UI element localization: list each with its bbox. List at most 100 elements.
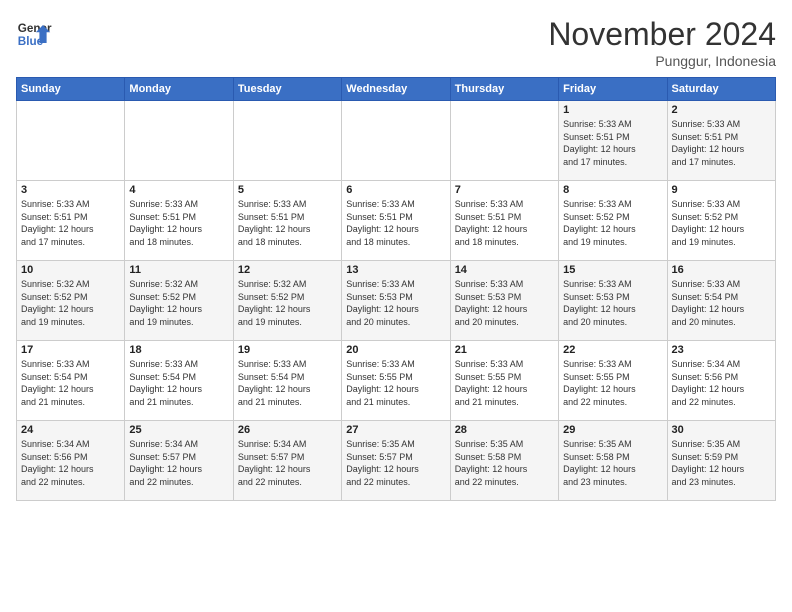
day-number: 16: [672, 264, 771, 276]
day-info: Sunrise: 5:33 AM Sunset: 5:54 PM Dayligh…: [21, 358, 120, 408]
day-cell: [450, 101, 558, 181]
day-number: 17: [21, 344, 120, 356]
day-number: 14: [455, 264, 554, 276]
day-number: 12: [238, 264, 337, 276]
day-info: Sunrise: 5:33 AM Sunset: 5:52 PM Dayligh…: [563, 198, 662, 248]
day-info: Sunrise: 5:33 AM Sunset: 5:55 PM Dayligh…: [455, 358, 554, 408]
day-cell: 6Sunrise: 5:33 AM Sunset: 5:51 PM Daylig…: [342, 181, 450, 261]
day-cell: 11 Sunrise: 5:32 AM Sunset: 5:52 PM Dayli…: [125, 261, 233, 341]
calendar-table: SundayMondayTuesdayWednesdayThursdayFrid…: [16, 77, 776, 501]
day-info: Sunrise: 5:32 AM Sunset: 5:52 PM Dayligh…: [129, 278, 228, 328]
day-info: Sunrise: 5:33 AM Sunset: 5:51 PM Dayligh…: [21, 198, 120, 248]
day-cell: 1 Sunrise: 5:33 AM Sunset: 5:51 PM Daylig…: [559, 101, 667, 181]
day-header-tuesday: Tuesday: [233, 78, 341, 101]
day-cell: 8 Sunrise: 5:33 AM Sunset: 5:52 PM Daylig…: [559, 181, 667, 261]
week-row-1: 1 Sunrise: 5:33 AM Sunset: 5:51 PM Daylig…: [17, 101, 776, 181]
day-number: 2: [672, 104, 771, 116]
day-number: 8: [563, 184, 662, 196]
month-title: November 2024: [548, 16, 776, 53]
day-number: 1: [563, 104, 662, 116]
day-info: Sunrise: 5:32 AM Sunset: 5:52 PM Dayligh…: [238, 278, 337, 328]
day-number: 7: [455, 184, 554, 196]
svg-text:General: General: [18, 22, 52, 35]
day-cell: 2 Sunrise: 5:33 AM Sunset: 5:51 PM Daylig…: [667, 101, 775, 181]
day-number: 11: [129, 264, 228, 276]
day-cell: 17 Sunrise: 5:33 AM Sunset: 5:54 PM Dayli…: [17, 341, 125, 421]
day-cell: 29Sunrise: 5:35 AM Sunset: 5:58 PM Dayli…: [559, 421, 667, 501]
day-info: Sunrise: 5:33 AM Sunset: 5:51 PM Dayligh…: [346, 198, 445, 248]
day-number: 10: [21, 264, 120, 276]
day-info: Sunrise: 5:33 AM Sunset: 5:55 PM Dayligh…: [346, 358, 445, 408]
day-number: 27: [346, 424, 445, 436]
days-header-row: SundayMondayTuesdayWednesdayThursdayFrid…: [17, 78, 776, 101]
day-cell: 26Sunrise: 5:34 AM Sunset: 5:57 PM Dayli…: [233, 421, 341, 501]
day-cell: 3 Sunrise: 5:33 AM Sunset: 5:51 PM Daylig…: [17, 181, 125, 261]
day-header-friday: Friday: [559, 78, 667, 101]
day-cell: 4 Sunrise: 5:33 AM Sunset: 5:51 PM Daylig…: [125, 181, 233, 261]
week-row-5: 24 Sunrise: 5:34 AM Sunset: 5:56 PM Dayli…: [17, 421, 776, 501]
day-number: 28: [455, 424, 554, 436]
day-number: 4: [129, 184, 228, 196]
day-cell: 5Sunrise: 5:33 AM Sunset: 5:51 PM Daylig…: [233, 181, 341, 261]
day-info: Sunrise: 5:34 AM Sunset: 5:56 PM Dayligh…: [21, 438, 120, 488]
day-cell: 27Sunrise: 5:35 AM Sunset: 5:57 PM Dayli…: [342, 421, 450, 501]
day-info: Sunrise: 5:32 AM Sunset: 5:52 PM Dayligh…: [21, 278, 120, 328]
day-info: Sunrise: 5:33 AM Sunset: 5:51 PM Dayligh…: [455, 198, 554, 248]
day-cell: 7 Sunrise: 5:33 AM Sunset: 5:51 PM Daylig…: [450, 181, 558, 261]
day-number: 23: [672, 344, 771, 356]
day-cell: 23 Sunrise: 5:34 AM Sunset: 5:56 PM Dayli…: [667, 341, 775, 421]
day-cell: 19 Sunrise: 5:33 AM Sunset: 5:54 PM Dayli…: [233, 341, 341, 421]
week-row-3: 10 Sunrise: 5:32 AM Sunset: 5:52 PM Dayli…: [17, 261, 776, 341]
day-cell: 22 Sunrise: 5:33 AM Sunset: 5:55 PM Dayli…: [559, 341, 667, 421]
day-header-monday: Monday: [125, 78, 233, 101]
day-number: 13: [346, 264, 445, 276]
day-info: Sunrise: 5:33 AM Sunset: 5:54 PM Dayligh…: [672, 278, 771, 328]
day-number: 15: [563, 264, 662, 276]
day-cell: 30Sunrise: 5:35 AM Sunset: 5:59 PM Dayli…: [667, 421, 775, 501]
day-cell: 10 Sunrise: 5:32 AM Sunset: 5:52 PM Dayli…: [17, 261, 125, 341]
day-info: Sunrise: 5:33 AM Sunset: 5:53 PM Dayligh…: [346, 278, 445, 328]
day-info: Sunrise: 5:35 AM Sunset: 5:58 PM Dayligh…: [455, 438, 554, 488]
day-number: 19: [238, 344, 337, 356]
day-cell: 28 Sunrise: 5:35 AM Sunset: 5:58 PM Dayli…: [450, 421, 558, 501]
day-number: 22: [563, 344, 662, 356]
day-header-thursday: Thursday: [450, 78, 558, 101]
day-cell: 24 Sunrise: 5:34 AM Sunset: 5:56 PM Dayli…: [17, 421, 125, 501]
day-cell: 25Sunrise: 5:34 AM Sunset: 5:57 PM Dayli…: [125, 421, 233, 501]
day-header-wednesday: Wednesday: [342, 78, 450, 101]
day-number: 21: [455, 344, 554, 356]
day-number: 20: [346, 344, 445, 356]
day-info: Sunrise: 5:33 AM Sunset: 5:51 PM Dayligh…: [129, 198, 228, 248]
day-number: 24: [21, 424, 120, 436]
day-cell: [233, 101, 341, 181]
day-info: Sunrise: 5:33 AM Sunset: 5:53 PM Dayligh…: [563, 278, 662, 328]
day-cell: [17, 101, 125, 181]
day-number: 9: [672, 184, 771, 196]
logo-icon: General Blue: [16, 16, 52, 52]
day-cell: 21 Sunrise: 5:33 AM Sunset: 5:55 PM Dayli…: [450, 341, 558, 421]
logo: General Blue: [16, 16, 52, 52]
day-info: Sunrise: 5:33 AM Sunset: 5:52 PM Dayligh…: [672, 198, 771, 248]
day-info: Sunrise: 5:34 AM Sunset: 5:56 PM Dayligh…: [672, 358, 771, 408]
day-number: 18: [129, 344, 228, 356]
day-info: Sunrise: 5:33 AM Sunset: 5:54 PM Dayligh…: [238, 358, 337, 408]
day-number: 30: [672, 424, 771, 436]
page-header: General Blue November 2024 Punggur, Indo…: [16, 16, 776, 69]
day-info: Sunrise: 5:33 AM Sunset: 5:54 PM Dayligh…: [129, 358, 228, 408]
day-number: 25: [129, 424, 228, 436]
week-row-2: 3 Sunrise: 5:33 AM Sunset: 5:51 PM Daylig…: [17, 181, 776, 261]
day-info: Sunrise: 5:33 AM Sunset: 5:51 PM Dayligh…: [563, 118, 662, 168]
day-cell: [342, 101, 450, 181]
day-info: Sunrise: 5:33 AM Sunset: 5:55 PM Dayligh…: [563, 358, 662, 408]
day-cell: 16 Sunrise: 5:33 AM Sunset: 5:54 PM Dayli…: [667, 261, 775, 341]
day-cell: 14Sunrise: 5:33 AM Sunset: 5:53 PM Dayli…: [450, 261, 558, 341]
location: Punggur, Indonesia: [548, 53, 776, 69]
day-info: Sunrise: 5:34 AM Sunset: 5:57 PM Dayligh…: [238, 438, 337, 488]
day-number: 3: [21, 184, 120, 196]
day-cell: 9 Sunrise: 5:33 AM Sunset: 5:52 PM Daylig…: [667, 181, 775, 261]
day-header-sunday: Sunday: [17, 78, 125, 101]
day-cell: 15 Sunrise: 5:33 AM Sunset: 5:53 PM Dayli…: [559, 261, 667, 341]
day-info: Sunrise: 5:33 AM Sunset: 5:51 PM Dayligh…: [672, 118, 771, 168]
day-cell: 18 Sunrise: 5:33 AM Sunset: 5:54 PM Dayli…: [125, 341, 233, 421]
day-header-saturday: Saturday: [667, 78, 775, 101]
